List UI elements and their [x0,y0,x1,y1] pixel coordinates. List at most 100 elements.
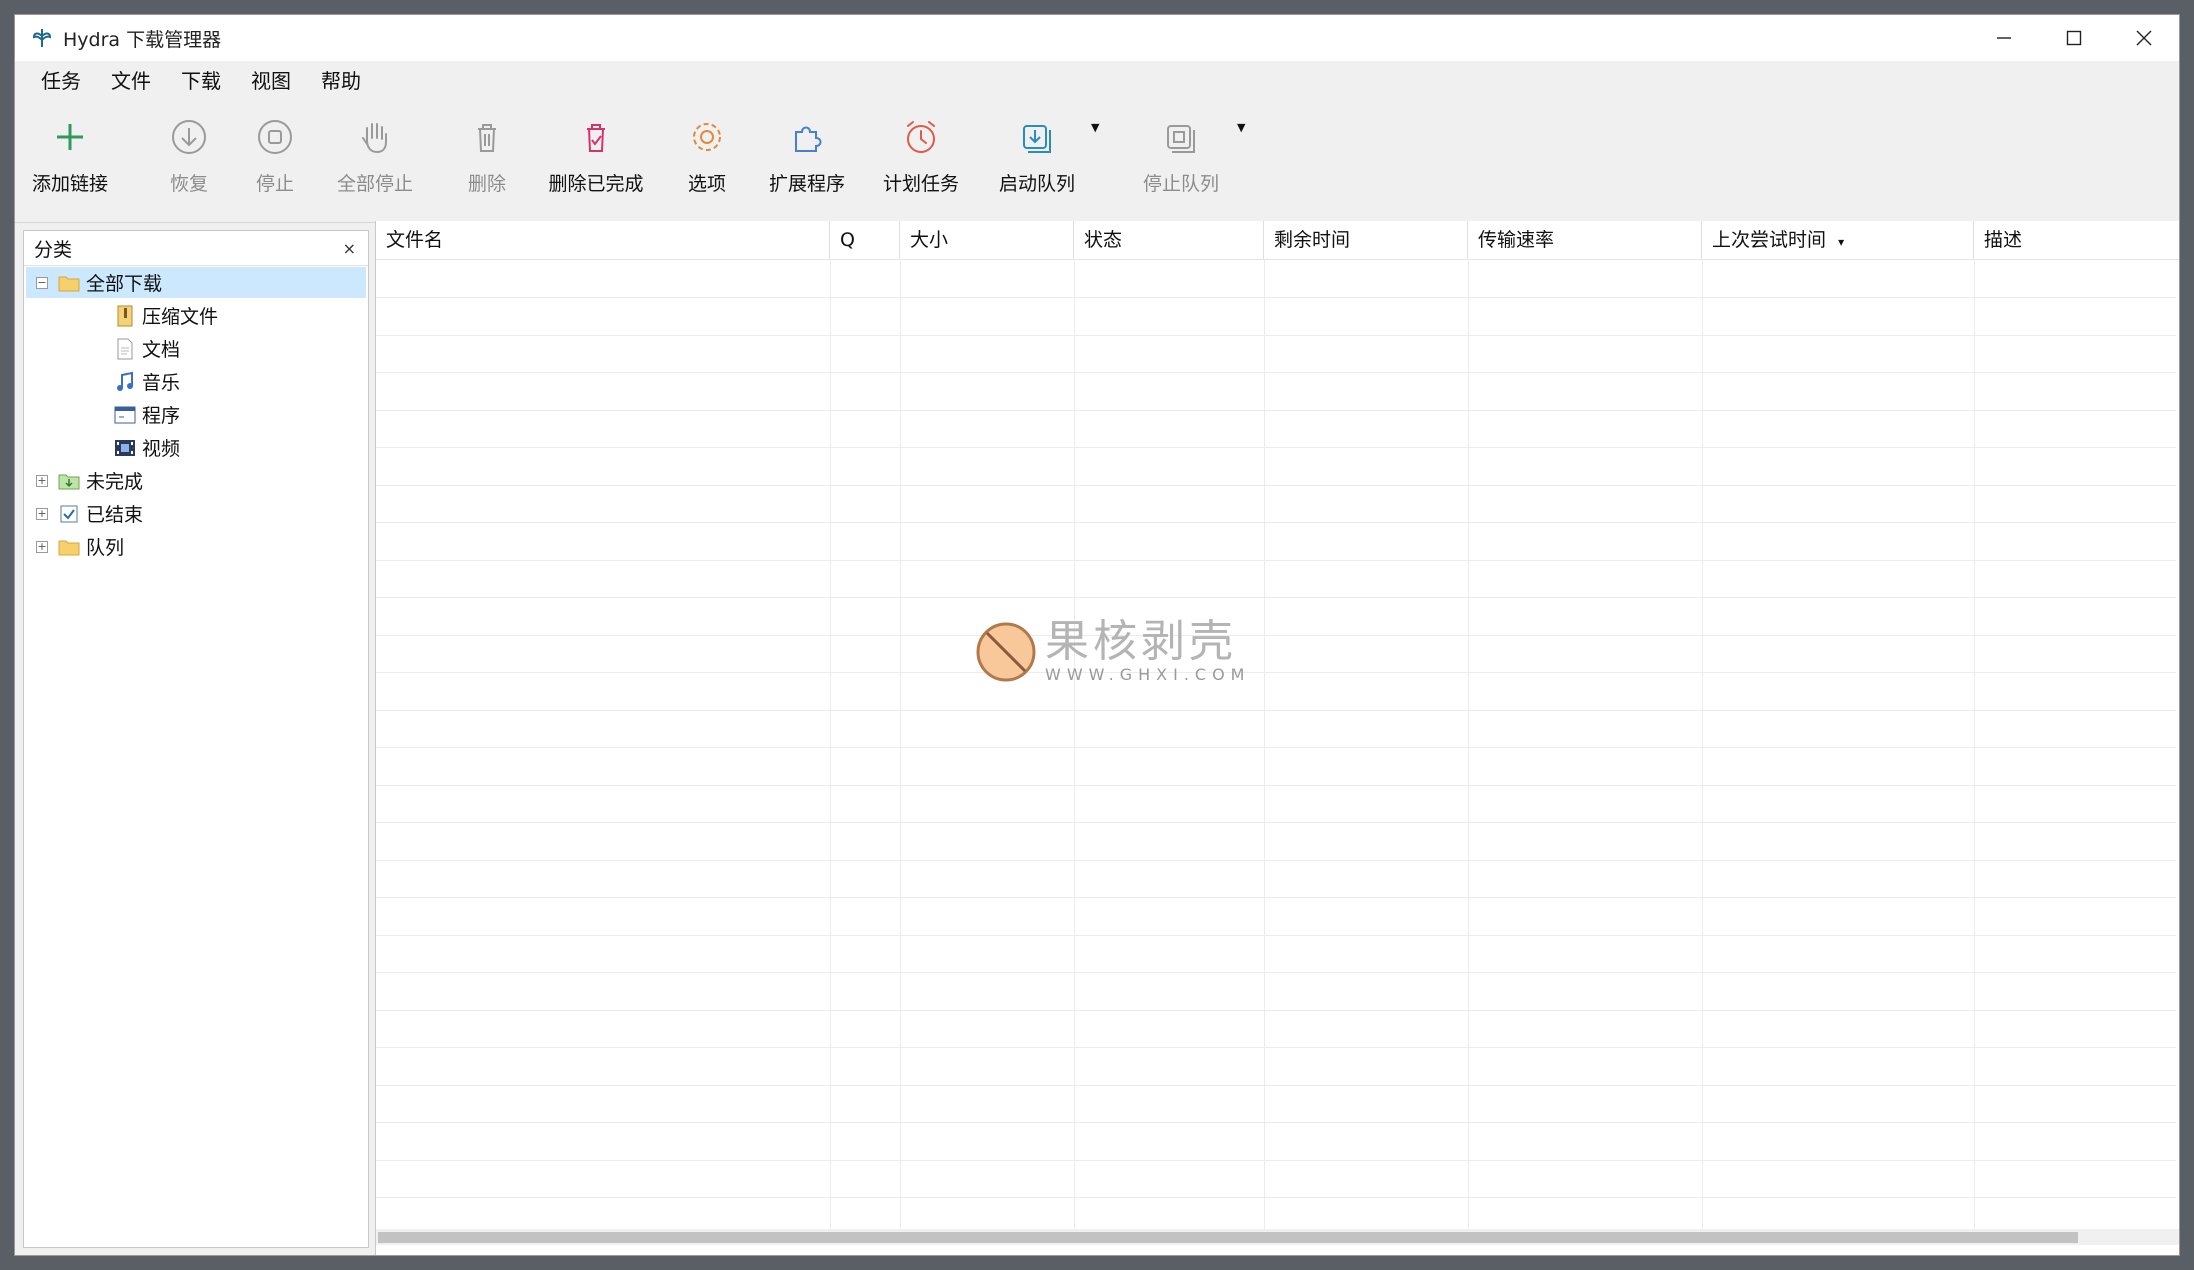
grid-row-line [376,560,2176,561]
menu-help[interactable]: 帮助 [309,61,373,101]
maximize-button[interactable] [2039,15,2109,61]
grid-row-line [376,1010,2176,1011]
stop-button[interactable]: 停止 [251,115,299,215]
download-folder-icon [58,470,80,492]
grid-row-line [376,297,2176,298]
grid-column-line [1974,259,1975,1229]
document-icon [114,338,136,360]
tree-item-finished[interactable]: + 已结束 [36,498,143,529]
start-queue-button[interactable]: 启动队列 [997,115,1077,215]
app-window: Hydra 下载管理器 任务 文件 下载 视图 帮助 添加链接 恢复 停止 全部… [14,14,2180,1256]
scheduler-button[interactable]: 计划任务 [881,115,961,215]
category-panel-close-button[interactable]: × [343,239,356,258]
grid-row-line [376,1197,2176,1198]
column-header-last-try-label: 上次尝试时间 [1712,229,1827,251]
grid-row-line [376,860,2176,861]
watermark-logo-icon [976,622,1036,681]
menu-task[interactable]: 任务 [29,61,93,101]
horizontal-scrollbar[interactable] [376,1229,2179,1245]
stop-queue-dropdown-arrow[interactable]: ▼ [1237,121,1245,134]
column-header-transfer-rate[interactable]: 传输速率 [1468,221,1702,259]
table-header: 文件名 Q 大小 状态 剩余时间 传输速率 上次尝试时间 ▾ 描述 [376,221,2179,260]
alarm-clock-icon [899,115,943,159]
title-bar: Hydra 下载管理器 [15,15,2179,61]
tree-item-compressed[interactable]: 压缩文件 [114,300,218,331]
stop-queue-button[interactable]: 停止队列 [1141,115,1221,215]
tree-item-label: 文档 [142,339,181,361]
trash-icon [465,115,509,159]
column-header-size[interactable]: 大小 [900,221,1074,259]
tree-item-programs[interactable]: 程序 [114,399,180,430]
tree-item-all-downloads[interactable]: − 全部下载 [26,267,366,298]
tree-item-unfinished[interactable]: + 未完成 [36,465,143,496]
column-header-time-left[interactable]: 剩余时间 [1264,221,1468,259]
close-button[interactable] [2109,15,2179,61]
grid-row-line [376,710,2176,711]
grid-row-line [376,597,2176,598]
extensions-label: 扩展程序 [768,173,845,195]
toolbar: 添加链接 恢复 停止 全部停止 删除 删除已完成 选项 扩展程序 计划任务 启动… [15,101,2179,223]
column-header-queue[interactable]: Q [830,221,900,259]
options-button[interactable]: 选项 [683,115,731,215]
grid-row-line [376,1047,2176,1048]
trash-check-icon [574,115,618,159]
start-queue-dropdown-arrow[interactable]: ▼ [1091,121,1099,134]
collapse-toggle[interactable]: − [36,276,48,289]
stop-label: 停止 [255,173,294,195]
grid-column-line [900,259,901,1229]
download-circle-icon [167,115,211,159]
resume-button[interactable]: 恢复 [165,115,213,215]
puzzle-icon [785,115,829,159]
film-icon [114,437,136,459]
delete-completed-button[interactable]: 删除已完成 [543,115,649,215]
tree-item-music[interactable]: 音乐 [114,366,180,397]
archive-icon [114,305,136,327]
extensions-button[interactable]: 扩展程序 [767,115,847,215]
close-icon [2136,30,2152,46]
tree-item-label: 已结束 [86,504,144,526]
grid-row-line [376,485,2176,486]
resume-label: 恢复 [169,173,208,195]
column-header-status[interactable]: 状态 [1074,221,1264,259]
category-panel-title: 分类 [34,238,73,261]
tree-item-label: 程序 [142,405,181,427]
column-header-last-try[interactable]: 上次尝试时间 ▾ [1702,221,1974,259]
menu-download[interactable]: 下载 [169,61,233,101]
delete-completed-label: 删除已完成 [548,173,644,195]
grid-row-line [376,335,2176,336]
expand-toggle[interactable]: + [36,507,48,520]
column-header-filename[interactable]: 文件名 [376,221,830,259]
menu-view[interactable]: 视图 [239,61,303,101]
options-label: 选项 [687,173,726,195]
stop-all-button[interactable]: 全部停止 [329,115,421,215]
grid-row-line [376,822,2176,823]
stop-all-label: 全部停止 [336,173,413,195]
plus-icon [48,115,92,159]
category-panel-header: 分类 × [24,231,368,266]
column-header-description[interactable]: 描述 [1974,221,2179,259]
expand-toggle[interactable]: + [36,540,48,553]
queue-download-icon [1015,115,1059,159]
horizontal-scrollbar-thumb[interactable] [378,1232,2078,1243]
grid-column-line [1074,259,1075,1229]
delete-button[interactable]: 删除 [463,115,511,215]
hand-icon [353,115,397,159]
tree-item-video[interactable]: 视频 [114,432,180,463]
menu-file[interactable]: 文件 [99,61,163,101]
tree-item-documents[interactable]: 文档 [114,333,180,364]
sort-descending-icon: ▾ [1838,235,1845,249]
hydra-logo-icon [25,15,59,61]
watermark-title: 果核剥壳 [1045,616,1237,667]
grid-row-line [376,447,2176,448]
add-link-button[interactable]: 添加链接 [32,115,108,215]
gear-icon [685,115,729,159]
grid-row-line [376,972,2176,973]
minimize-button[interactable] [1969,15,2039,61]
expand-toggle[interactable]: + [36,474,48,487]
window-title: Hydra 下载管理器 [63,28,222,51]
music-note-icon [114,371,136,393]
tree-item-queues[interactable]: + 队列 [36,531,124,562]
watermark-subtitle: WWW.GHXI.COM [1045,665,1251,684]
tree-item-label: 全部下载 [86,273,163,295]
grid-row-line [376,635,2176,636]
